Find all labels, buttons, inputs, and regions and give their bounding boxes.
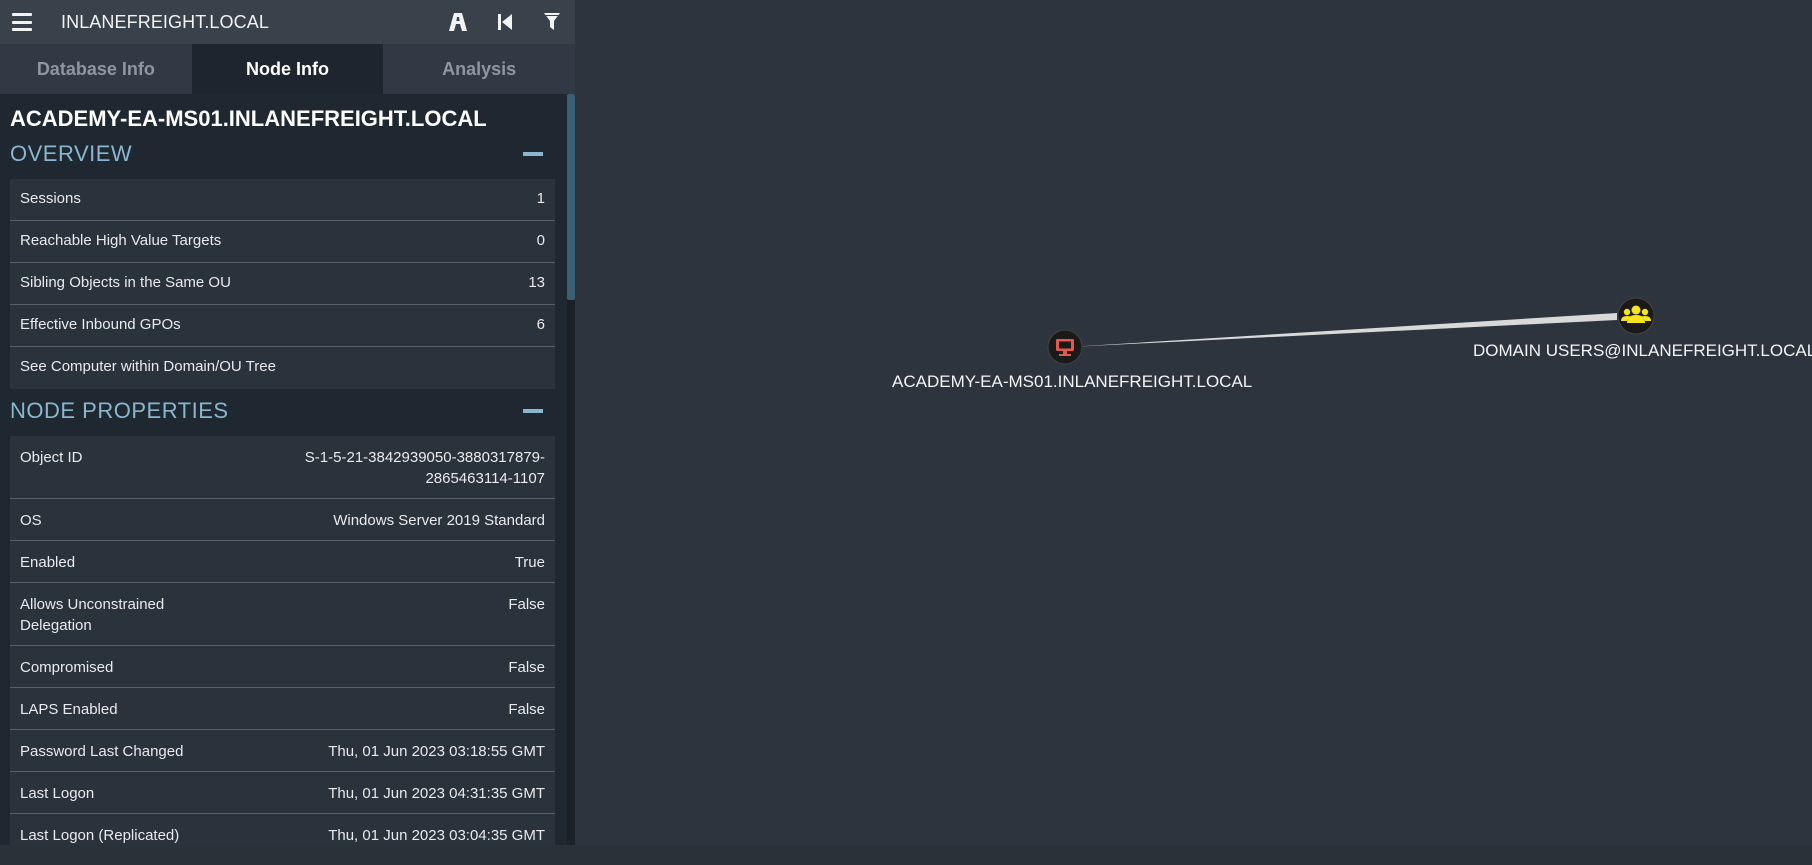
row-value: S-1-5-21-3842939050-3880317879-286546311… (304, 449, 545, 487)
property-row-unconstrained-delegation: Allows Unconstrained Delegation False (10, 583, 555, 646)
row-value: False (508, 596, 545, 613)
node-properties-header[interactable]: NODE PROPERTIES (0, 391, 567, 431)
overview-row-inbound-gpos[interactable]: Effective Inbound GPOs 6 (10, 305, 555, 347)
overview-row-sessions[interactable]: Sessions 1 (10, 179, 555, 221)
property-row-laps-enabled: LAPS Enabled False (10, 688, 555, 730)
row-label: Last Logon (20, 785, 95, 802)
row-value: False (508, 701, 545, 718)
node-properties-table: Object ID S-1-5-21-3842939050-3880317879… (10, 436, 555, 845)
filter-icon[interactable] (541, 11, 563, 33)
tab-node-info[interactable]: Node Info (191, 44, 384, 94)
property-row-object-id: Object ID S-1-5-21-3842939050-3880317879… (10, 436, 555, 499)
collapse-icon[interactable] (523, 409, 543, 413)
tab-database-info[interactable]: Database Info (0, 44, 192, 94)
computer-node[interactable] (1047, 329, 1083, 365)
node-title: ACADEMY-EA-MS01.INLANEFREIGHT.LOCAL (10, 106, 487, 131)
row-label: Sibling Objects in the Same OU (20, 274, 231, 291)
node-info-content: ACADEMY-EA-MS01.INLANEFREIGHT.LOCAL OVER… (0, 94, 575, 845)
row-value: Thu, 01 Jun 2023 03:18:55 GMT (328, 743, 545, 760)
row-value: 13 (528, 274, 545, 291)
overview-row-sibling-objects[interactable]: Sibling Objects in the Same OU 13 (10, 263, 555, 305)
property-row-last-logon-replicated: Last Logon (Replicated) Thu, 01 Jun 2023… (10, 814, 555, 845)
search-bar: INLANEFREIGHT.LOCAL (0, 0, 575, 44)
property-row-password-last-changed: Password Last Changed Thu, 01 Jun 2023 0… (10, 730, 555, 772)
row-value: 0 (536, 232, 545, 249)
property-row-compromised: Compromised False (10, 646, 555, 688)
row-label: Compromised (20, 659, 114, 676)
domain-title[interactable]: INLANEFREIGHT.LOCAL (61, 12, 422, 33)
row-label: Allows Unconstrained Delegation (20, 596, 165, 634)
row-value: Windows Server 2019 Standard (333, 512, 545, 529)
scrollbar-thumb[interactable] (567, 94, 575, 300)
row-value: Thu, 01 Jun 2023 03:04:35 GMT (328, 827, 545, 844)
row-label: Effective Inbound GPOs (20, 316, 181, 333)
node-properties-heading: NODE PROPERTIES (10, 398, 229, 423)
collapse-icon[interactable] (523, 152, 543, 156)
graph-canvas[interactable]: ACADEMY-EA-MS01.INLANEFREIGHT.LOCAL DOMA… (575, 0, 1812, 865)
panel-tabs: Database Info Node Info Analysis (0, 44, 575, 94)
overview-heading: OVERVIEW (10, 141, 133, 166)
row-label: Last Logon (Replicated) (20, 827, 180, 844)
bottom-bar (0, 845, 1812, 865)
overview-row-ou-tree[interactable]: See Computer within Domain/OU Tree (10, 347, 555, 389)
row-label: Password Last Changed (20, 743, 184, 760)
group-node-label[interactable]: DOMAIN USERS@INLANEFREIGHT.LOCAL (1473, 341, 1812, 361)
row-value: True (514, 554, 545, 571)
property-row-last-logon: Last Logon Thu, 01 Jun 2023 04:31:35 GMT (10, 772, 555, 814)
row-label: Reachable High Value Targets (20, 232, 222, 249)
menu-icon[interactable] (12, 13, 32, 31)
row-label: Enabled (20, 554, 76, 571)
group-node[interactable] (1617, 297, 1655, 335)
row-label: Object ID (20, 449, 83, 466)
back-icon[interactable] (494, 11, 516, 33)
row-value: 1 (536, 190, 545, 207)
overview-header[interactable]: OVERVIEW (0, 134, 567, 174)
row-value: 6 (536, 316, 545, 333)
property-row-enabled: Enabled True (10, 541, 555, 583)
row-value: Thu, 01 Jun 2023 04:31:35 GMT (328, 785, 545, 802)
node-info-panel: INLANEFREIGHT.LOCAL Database Info Node I… (0, 0, 575, 845)
row-label: Sessions (20, 190, 81, 207)
computer-node-label[interactable]: ACADEMY-EA-MS01.INLANEFREIGHT.LOCAL (892, 372, 1252, 392)
overview-row-high-value-targets[interactable]: Reachable High Value Targets 0 (10, 221, 555, 263)
row-label: LAPS Enabled (20, 701, 118, 718)
row-label: OS (20, 512, 42, 529)
property-row-os: OS Windows Server 2019 Standard (10, 499, 555, 541)
row-label: See Computer within Domain/OU Tree (20, 358, 276, 375)
row-value: False (508, 659, 545, 676)
pathfinding-icon[interactable] (447, 11, 469, 33)
tab-analysis[interactable]: Analysis (383, 44, 575, 94)
overview-table: Sessions 1 Reachable High Value Targets … (10, 179, 555, 389)
graph-svg (1047, 297, 1655, 365)
